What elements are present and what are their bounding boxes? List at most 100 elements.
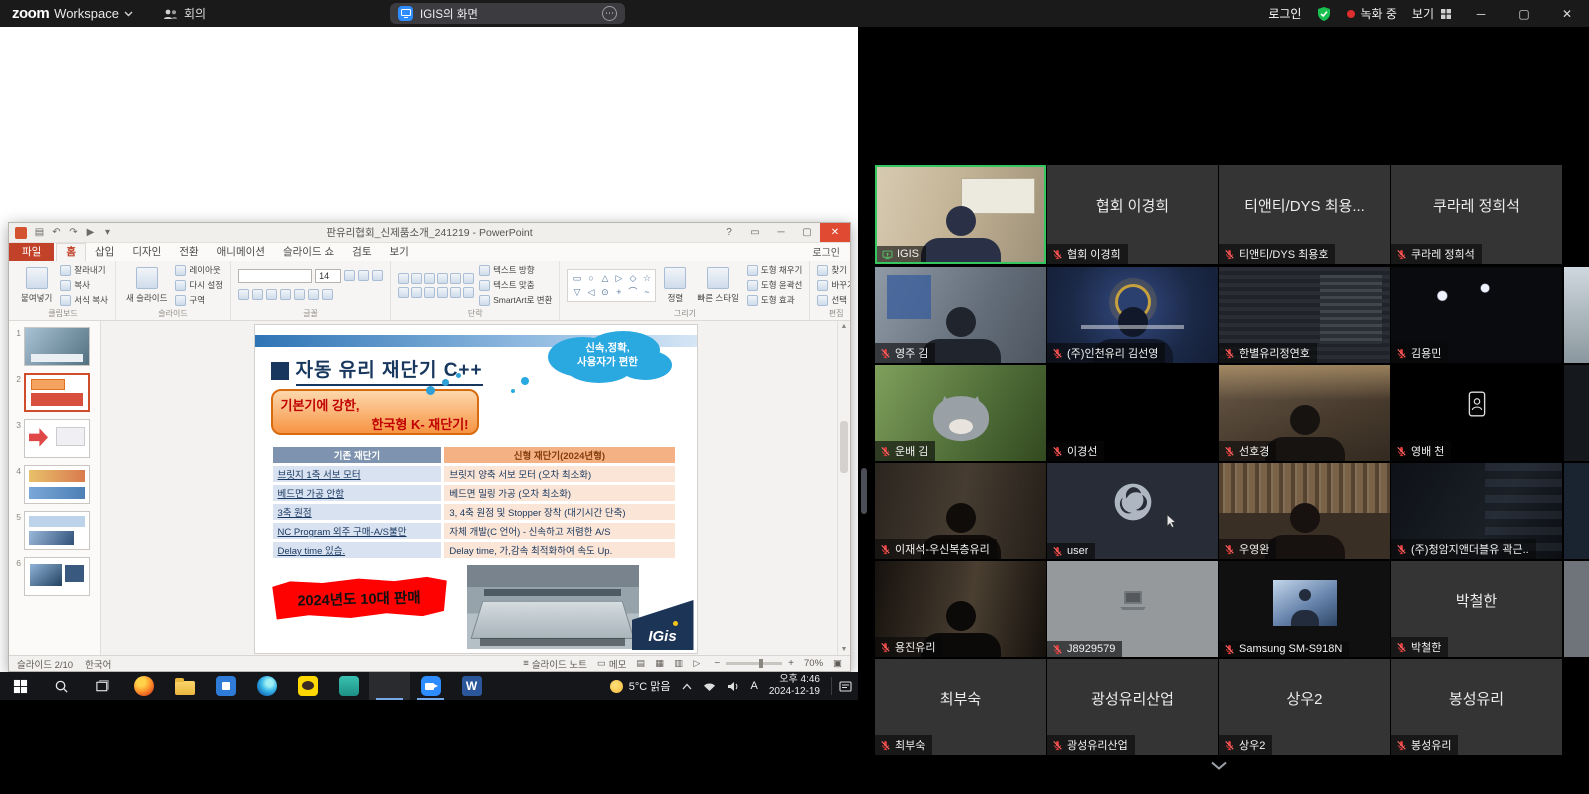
camera-feed-thumbnail: [1273, 580, 1337, 626]
participant-name-center: 최부숙: [875, 659, 1046, 737]
workspace-label: Workspace: [54, 6, 119, 21]
participant-label: 영배 천: [1391, 441, 1451, 461]
participant-label: 영주 김: [875, 343, 935, 363]
minimize-button[interactable]: ─: [1467, 7, 1495, 21]
participant-tile-박철한[interactable]: 박철한박철한: [1391, 561, 1562, 657]
shared-screen-tab[interactable]: IGIS의 화면 ⋯: [390, 3, 625, 24]
zoom-workspace-menu[interactable]: zoom Workspace: [0, 5, 147, 22]
participant-tile-우영완[interactable]: 우영완: [1219, 463, 1390, 559]
participant-name-center: 광성유리산업: [1047, 659, 1218, 737]
taskbar-apps: PW: [0, 672, 492, 700]
weather-widget[interactable]: 5°C 맑음: [610, 678, 671, 694]
taskbar-teal-icon[interactable]: [328, 672, 369, 700]
taskbar-word-icon[interactable]: W: [451, 672, 492, 700]
show-hidden-icons[interactable]: [682, 683, 692, 690]
participant-tile-한별유리정연호[interactable]: 한별유리정연호: [1219, 267, 1390, 363]
participant-label: 선호경: [1219, 441, 1276, 461]
participant-tile-영주 김[interactable]: 영주 김: [875, 267, 1046, 363]
participant-label: J8929579: [1047, 641, 1122, 657]
participant-tile-이경선[interactable]: 이경선: [1047, 365, 1218, 461]
participant-tile-운배 김[interactable]: 운배 김: [875, 365, 1046, 461]
participant-label: 쿠라레 정희석: [1391, 244, 1482, 264]
participant-tile-영배 천[interactable]: 영배 천: [1391, 365, 1562, 461]
laptop-icon: [1047, 561, 1218, 639]
zoom-topbar: zoom Workspace 회의 IGIS의 화면 ⋯ 로그인 녹화 중 보기: [0, 0, 1589, 27]
meeting-tab-label: 회의: [184, 5, 206, 22]
taskbar-edge-icon[interactable]: [246, 672, 287, 700]
taskbar-folder-icon[interactable]: [164, 672, 205, 700]
participant-name-center: 상우2: [1219, 659, 1390, 737]
weather-icon: [610, 680, 623, 693]
action-center-icon[interactable]: [831, 677, 852, 695]
meeting-tab[interactable]: 회의: [147, 5, 222, 22]
participant-label: 박철한: [1391, 637, 1448, 657]
taskbar-store-icon[interactable]: [205, 672, 246, 700]
view-button-label: 보기: [1412, 5, 1434, 22]
participant-tile-선호경[interactable]: 선호경: [1219, 365, 1390, 461]
participant-tile-쿠라레 정희석[interactable]: 쿠라레 정희석쿠라레 정희석: [1391, 165, 1562, 264]
participant-label: IGIS: [877, 246, 926, 262]
shared-screen-tab-label: IGIS의 화면: [420, 6, 595, 22]
participant-tile-용진유리[interactable]: 용진유리: [875, 561, 1046, 657]
taskbar-clock[interactable]: 오후 4:46 2024-12-19: [769, 674, 820, 698]
close-button[interactable]: ✕: [1553, 7, 1581, 21]
participant-tile-user[interactable]: user: [1047, 463, 1218, 559]
participant-tile-최부숙[interactable]: 최부숙최부숙: [875, 659, 1046, 755]
participant-tile-상우2[interactable]: 상우2상우2: [1219, 659, 1390, 755]
participant-label: 협회 이경희: [1047, 244, 1128, 264]
participant-label: (주)인천유리 김선영: [1047, 343, 1165, 363]
taskbar-powerpoint-icon[interactable]: P: [369, 672, 410, 700]
participant-tile-Samsung SM-S918N[interactable]: Samsung SM-S918N: [1219, 561, 1390, 657]
partial-participant-tile[interactable]: [1564, 561, 1589, 657]
participant-tile-이재석-우신복층유리[interactable]: 이재석-우신복층유리: [875, 463, 1046, 559]
taskbar-task-view-icon[interactable]: [82, 672, 123, 700]
zoom-logo: zoom: [12, 5, 49, 22]
taskbar-start-icon[interactable]: [0, 672, 41, 700]
participant-name-center: 티앤티/DYS 최용...: [1219, 165, 1390, 246]
participant-tile-IGIS[interactable]: IGIS: [875, 165, 1046, 264]
cat-avatar: [933, 389, 989, 441]
ime-indicator[interactable]: A: [751, 680, 758, 692]
participant-tile-(주)청암지앤더블유 곽근..[interactable]: (주)청암지앤더블유 곽근..: [1391, 463, 1562, 559]
participant-name-center: 협회 이경희: [1047, 165, 1218, 246]
participant-tile-J8929579[interactable]: J8929579: [1047, 561, 1218, 657]
panel-resize-handle[interactable]: [861, 468, 867, 514]
maximize-button[interactable]: ▢: [1510, 7, 1538, 21]
taskbar-zoom-icon[interactable]: [410, 672, 451, 700]
topbar-right-controls: 로그인 녹화 중 보기 ─ ▢ ✕: [1268, 5, 1589, 22]
participant-label: 김용민: [1391, 343, 1448, 363]
participant-tile-광성유리산업[interactable]: 광성유리산업광성유리산업: [1047, 659, 1218, 755]
screen-share-icon: [398, 6, 413, 21]
participant-tile-티앤티/DYS 최용호[interactable]: 티앤티/DYS 최용...티앤티/DYS 최용호: [1219, 165, 1390, 264]
login-button[interactable]: 로그인: [1268, 5, 1301, 22]
participant-tile-(주)인천유리 김선영[interactable]: (주)인천유리 김선영: [1047, 267, 1218, 363]
clock-date: 2024-12-19: [769, 686, 820, 698]
participant-tile-협회 이경희[interactable]: 협회 이경희협회 이경희: [1047, 165, 1218, 264]
volume-icon[interactable]: [727, 681, 740, 692]
obs-logo-icon: [1047, 463, 1218, 541]
participant-label: 이재석-우신복층유리: [875, 539, 997, 559]
taskbar-search-icon[interactable]: [41, 672, 82, 700]
participant-label: 상우2: [1219, 735, 1272, 755]
participant-label: 이경선: [1047, 441, 1104, 461]
chevron-down-icon: [1210, 761, 1228, 770]
taskbar-firefox-icon[interactable]: [123, 672, 164, 700]
participant-tile-김용민[interactable]: 김용민: [1391, 267, 1562, 363]
grid-view-icon: [1440, 8, 1452, 20]
tab-options-icon[interactable]: ⋯: [602, 6, 617, 21]
network-icon[interactable]: [703, 681, 716, 692]
partial-participant-tile[interactable]: [1564, 267, 1589, 363]
view-button[interactable]: 보기: [1412, 5, 1452, 22]
partial-participant-tile[interactable]: [1564, 463, 1589, 559]
participant-label: 용진유리: [875, 637, 942, 657]
recording-indicator: 녹화 중: [1347, 5, 1396, 22]
collapse-gallery-button[interactable]: [1207, 757, 1231, 773]
partial-participant-tile[interactable]: [1564, 365, 1589, 461]
cursor-icon: [1166, 514, 1177, 529]
taskbar-kakaotalk-icon[interactable]: [287, 672, 328, 700]
windows-taskbar: PW 5°C 맑음 A 오후 4:46 2024-12-19: [0, 672, 858, 700]
participant-tile-봉성유리[interactable]: 봉성유리봉성유리: [1391, 659, 1562, 755]
security-shield-icon[interactable]: [1316, 6, 1332, 22]
person-silhouette: [918, 206, 1004, 264]
weather-text: 5°C 맑음: [629, 678, 671, 694]
